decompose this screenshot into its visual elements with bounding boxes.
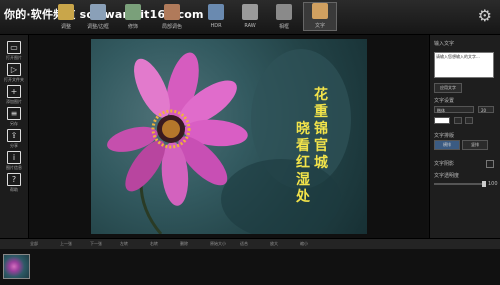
bottom-toolbar-item[interactable]: 删除 bbox=[180, 241, 188, 247]
sidebar-icon: + bbox=[7, 85, 21, 98]
vertical-button[interactable]: 竖排 bbox=[462, 140, 488, 150]
settings-icon[interactable]: ⚙ bbox=[478, 8, 492, 24]
toolbar-label: 相框 bbox=[278, 24, 289, 30]
toolbar-label: RAW bbox=[244, 23, 256, 29]
toolbar-label: 调整/边框 bbox=[87, 24, 109, 30]
font-select[interactable]: 楷体 bbox=[434, 106, 474, 113]
left-sidebar: ▭ 打开图片 ▷ 打开文件夹 + 添加图片 ≡ 另存 ⇪ 分享 i 图片信息? 帮助 bbox=[0, 35, 29, 238]
bottom-toolbar-item[interactable]: 全部 bbox=[30, 241, 38, 247]
film-icon bbox=[276, 4, 292, 20]
toolbar-adjust-button[interactable]: 调整 bbox=[50, 4, 82, 30]
italic-toggle[interactable] bbox=[465, 117, 473, 124]
opacity-slider-thumb[interactable] bbox=[482, 181, 486, 187]
raw-icon bbox=[242, 4, 258, 20]
bottom-toolbar-item[interactable]: 上一张 bbox=[60, 241, 72, 247]
opacity-value: 100 bbox=[488, 181, 498, 187]
color-icon bbox=[164, 4, 180, 20]
canvas-area: 花重锦官城 晓看红湿处 bbox=[29, 35, 427, 238]
toolbar-label: 文字 bbox=[314, 23, 325, 29]
opacity-slider[interactable] bbox=[434, 181, 486, 187]
top-toolbar: 你的·软件频道 software.it168.com 调整 调整/边框 修饰 局部调色… bbox=[0, 0, 500, 35]
apply-text-button[interactable]: 应用文字 bbox=[434, 83, 462, 93]
sidebar-item-6[interactable]: ? 帮助 bbox=[2, 173, 26, 193]
bottom-toolbar-item[interactable]: 左转 bbox=[120, 241, 128, 247]
photo-preview: 花重锦官城 晓看红湿处 bbox=[91, 39, 367, 234]
alignment-label: 文字排版 bbox=[434, 133, 455, 139]
bottom-toolbar-item[interactable]: 右转 bbox=[150, 241, 158, 247]
filmstrip-thumbnail[interactable] bbox=[3, 254, 30, 279]
toolbar-frame-button[interactable]: 调整/边框 bbox=[82, 4, 114, 30]
poem-column-2[interactable]: 晓看红湿处 bbox=[295, 121, 311, 206]
sidebar-item-2[interactable]: + 添加图片 bbox=[2, 85, 26, 105]
toolbar-hdr-button[interactable]: HDR bbox=[200, 4, 232, 29]
adjust-icon bbox=[58, 4, 74, 20]
sidebar-icon: ≡ bbox=[7, 107, 21, 120]
bottom-toolbar-item[interactable]: 放大 bbox=[270, 241, 278, 247]
bottom-toolbar-item[interactable]: 适合 bbox=[240, 241, 248, 247]
sidebar-item-label: 打开文件夹 bbox=[4, 77, 24, 82]
horizontal-button[interactable]: 横排 bbox=[434, 140, 460, 150]
sidebar-item-label: 帮助 bbox=[10, 187, 18, 192]
toolbar-label: HDR bbox=[210, 23, 222, 29]
text-panel: 输入文字 请输入您想输入的文字... 应用文字 文字设置 楷体 20 文字排版 … bbox=[429, 35, 500, 238]
sidebar-icon: ⇪ bbox=[7, 129, 21, 142]
sidebar-icon: i bbox=[7, 151, 21, 164]
sidebar-item-label: 另存 bbox=[10, 121, 18, 126]
toolbar-label: 局部调色 bbox=[161, 24, 182, 30]
sidebar-item-3[interactable]: ≡ 另存 bbox=[2, 107, 26, 127]
toolbar-color-button[interactable]: 局部调色 bbox=[156, 4, 188, 30]
sidebar-icon: ▭ bbox=[7, 41, 21, 54]
toolbar-film-button[interactable]: 相框 bbox=[268, 4, 300, 30]
sidebar-icon: ▷ bbox=[7, 63, 21, 76]
settings-label: 文字设置 bbox=[434, 98, 455, 104]
input-label: 输入文字 bbox=[434, 41, 455, 47]
filmstrip bbox=[0, 249, 500, 285]
toolbar-label: 修饰 bbox=[127, 24, 138, 30]
toolbar-retouch-button[interactable]: 修饰 bbox=[117, 4, 149, 30]
bottom-toolbar-item[interactable]: 原始大小 bbox=[210, 241, 226, 247]
size-select[interactable]: 20 bbox=[478, 106, 494, 113]
poem-column-1[interactable]: 花重锦官城 bbox=[313, 87, 329, 172]
sidebar-item-4[interactable]: ⇪ 分享 bbox=[2, 129, 26, 149]
bottom-toolbar-item[interactable]: 下一张 bbox=[90, 241, 102, 247]
retouch-icon bbox=[125, 4, 141, 20]
sidebar-item-label: 图片信息 bbox=[6, 165, 22, 170]
frame-icon bbox=[90, 4, 106, 20]
bottom-toolbar-item[interactable]: 缩小 bbox=[300, 241, 308, 247]
shadow-label: 文字阴影 bbox=[434, 161, 455, 167]
sidebar-item-1[interactable]: ▷ 打开文件夹 bbox=[2, 63, 26, 83]
color-picker[interactable] bbox=[434, 117, 450, 124]
text-input[interactable]: 请输入您想输入的文字... bbox=[434, 52, 494, 78]
toolbar-text-button[interactable]: 文字 bbox=[303, 2, 337, 31]
hdr-icon bbox=[208, 4, 224, 20]
sidebar-item-0[interactable]: ▭ 打开图片 bbox=[2, 41, 26, 61]
sidebar-item-label: 打开图片 bbox=[6, 55, 22, 60]
opacity-label: 文字透明度 bbox=[434, 173, 460, 179]
shadow-checkbox[interactable] bbox=[486, 160, 494, 168]
sidebar-item-label: 分享 bbox=[10, 143, 18, 148]
sidebar-icon: ? bbox=[7, 173, 21, 186]
text-icon bbox=[312, 3, 328, 19]
sidebar-item-5[interactable]: i 图片信息 bbox=[2, 151, 26, 171]
toolbar-label: 调整 bbox=[60, 24, 71, 30]
bold-toggle[interactable] bbox=[454, 117, 462, 124]
sidebar-item-label: 添加图片 bbox=[6, 99, 22, 104]
toolbar-raw-button[interactable]: RAW bbox=[234, 4, 266, 29]
